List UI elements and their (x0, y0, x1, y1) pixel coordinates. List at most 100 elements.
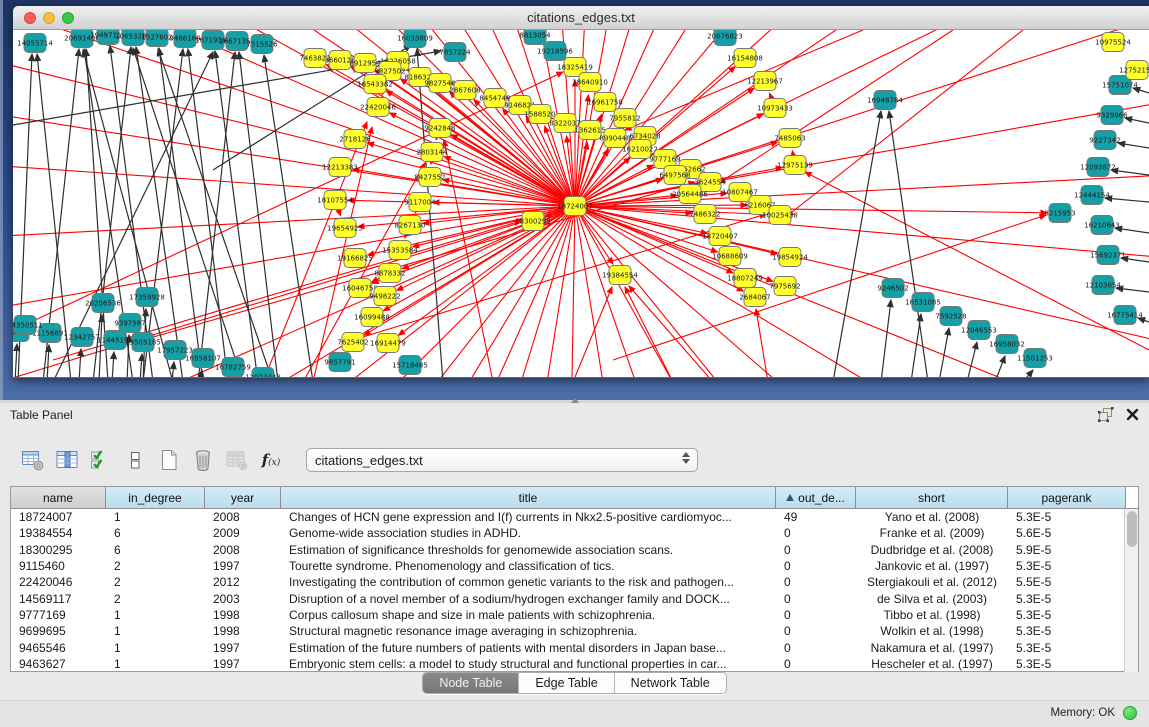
graph-node[interactable]: 9857791 (324, 353, 355, 372)
column-header-name[interactable]: name (11, 487, 106, 508)
network-canvas[interactable]: 1405571420691406194971141065328715276029… (13, 30, 1149, 377)
graph-node[interactable]: 16775414 (1107, 306, 1143, 325)
graph-node[interactable]: 15353584 (382, 241, 418, 260)
tab-node-table[interactable]: Node Table (423, 673, 519, 693)
graph-node[interactable]: 9498222 (369, 287, 400, 306)
graph-node[interactable]: 9227342 (1089, 131, 1120, 150)
network-window-titlebar[interactable]: citations_edges.txt (13, 6, 1149, 30)
graph-node[interactable]: 18107554 (317, 191, 353, 210)
table-vertical-scrollbar[interactable] (1124, 509, 1138, 672)
graph-node[interactable]: 2867608 (449, 81, 480, 100)
graph-node[interactable]: 11501253 (1017, 349, 1053, 368)
table-select-dropdown[interactable]: citations_edges.txt (306, 448, 698, 472)
graph-node[interactable]: 19384554 (602, 266, 638, 285)
graph-node[interactable]: 19854924 (772, 248, 808, 267)
graph-node[interactable]: 18807249 (727, 269, 763, 288)
graph-node[interactable]: 19166825 (337, 249, 373, 268)
tab-network-table[interactable]: Network Table (615, 673, 726, 693)
graph-node[interactable]: 14055714 (17, 34, 53, 53)
table-row[interactable]: 1938455462009Genome-wide association stu… (11, 525, 1138, 541)
scrollbar-thumb[interactable] (1127, 511, 1137, 547)
import-table-icon[interactable] (222, 446, 252, 474)
graph-node[interactable]: 12975139 (777, 156, 813, 175)
graph-node[interactable]: 12093872 (1080, 158, 1116, 177)
table-row[interactable]: 911546021997Tourette syndrome. Phenomeno… (11, 558, 1138, 574)
table-row[interactable]: 1830029562008Estimation of significance … (11, 542, 1138, 558)
graph-node[interactable]: 7515526 (246, 35, 278, 54)
graph-node[interactable]: 7463822 (299, 49, 330, 68)
column-header-short[interactable]: short (856, 487, 1008, 508)
graph-node[interactable]: 13505185 (125, 333, 161, 352)
graph-node[interactable]: 12046553 (961, 321, 997, 340)
column-header-pagerank[interactable]: pagerank (1008, 487, 1126, 508)
graph-node[interactable]: 6497568 (659, 166, 690, 185)
graph-node[interactable]: 9117004 (404, 193, 436, 212)
graph-node[interactable]: 16531085 (905, 293, 941, 312)
table-row[interactable]: 2242004622012Investigating the contribut… (11, 574, 1138, 590)
svg-text:15718485: 15718485 (392, 362, 428, 370)
graph-node[interactable]: 20206536 (85, 294, 121, 313)
graph-node[interactable]: 2684067 (739, 288, 770, 307)
graph-node[interactable]: 16958032 (989, 335, 1025, 354)
show-column-icon[interactable] (52, 446, 82, 474)
graph-node[interactable]: 9329966 (1096, 106, 1128, 125)
citation-graph[interactable]: 1405571420691406194971141065328715276029… (13, 30, 1149, 377)
table-row[interactable]: 946554611997Estimation of the future num… (11, 639, 1138, 655)
graph-node[interactable]: 7592528 (935, 307, 966, 326)
graph-node[interactable]: 12213383 (322, 158, 358, 177)
column-header-label: name (43, 491, 73, 505)
graph-node[interactable]: 19654925 (327, 219, 363, 238)
graph-node[interactable]: 12444154 (1074, 186, 1110, 205)
graph-node[interactable]: 16210643 (1084, 216, 1120, 235)
graph-node[interactable]: 9397587 (114, 314, 145, 333)
table-row[interactable]: 946362711997Embryonic stem cells: a mode… (11, 656, 1138, 672)
table-row[interactable]: 1456911722003Disruption of a novel membe… (11, 590, 1138, 606)
graph-node[interactable]: 8878332 (374, 264, 405, 283)
svg-text:7857224: 7857224 (439, 49, 471, 57)
close-panel-icon[interactable] (1126, 408, 1139, 421)
graph-node[interactable]: 7955812 (609, 109, 640, 128)
graph-node[interactable]: 9246502 (877, 279, 908, 298)
graph-node[interactable]: 7625402 (337, 333, 368, 352)
select-rows-icon[interactable] (86, 446, 116, 474)
function-builder-icon[interactable]: f(x) (256, 446, 286, 474)
cell-title: Estimation of significance thresholds fo… (281, 543, 776, 557)
graph-node[interactable]: 7975692 (769, 277, 800, 296)
column-header-year[interactable]: year (205, 487, 281, 508)
network-window[interactable]: citations_edges.txt 14055714206914061949… (13, 6, 1149, 378)
cell-title: Estimation of the future numbers of pati… (281, 641, 776, 655)
graph-node[interactable]: 17359928 (129, 288, 165, 307)
graph-node[interactable]: 8267130 (394, 216, 425, 235)
table-settings-icon[interactable] (18, 446, 48, 474)
graph-node[interactable]: 2803144 (416, 143, 448, 162)
cell-year: 2009 (205, 526, 281, 540)
delete-table-icon[interactable] (188, 446, 218, 474)
table-row[interactable]: 969969511998Structural magnetic resonanc… (11, 623, 1138, 639)
column-header-out_degree[interactable]: out_de... (776, 487, 856, 508)
column-header-title[interactable]: title (281, 487, 776, 508)
graph-node[interactable]: 16914479 (370, 334, 406, 353)
row-height-icon[interactable] (120, 446, 150, 474)
graph-node[interactable]: 8427552 (414, 168, 445, 187)
graph-node[interactable]: 20876823 (707, 30, 743, 46)
table-row[interactable]: 1872400712008Changes of HCN gene express… (11, 509, 1138, 525)
graph-node[interactable]: 7485063 (774, 129, 805, 148)
graph-node[interactable]: 16948784 (867, 91, 903, 110)
graph-node[interactable]: 16033809 (397, 30, 433, 48)
graph-node[interactable]: 7857224 (439, 43, 471, 62)
graph-node[interactable]: 10688609 (712, 247, 748, 266)
graph-node[interactable]: 2718126 (339, 130, 371, 149)
table-row[interactable]: 977716911998Corpus callosum shape and si… (11, 607, 1138, 623)
graph-node[interactable]: 1527602 (141, 30, 172, 47)
graph-node[interactable]: 7486322 (689, 205, 720, 224)
tab-edge-table[interactable]: Edge Table (519, 673, 614, 693)
float-panel-icon[interactable] (1098, 407, 1114, 422)
new-table-icon[interactable] (154, 446, 184, 474)
graph-node[interactable]: 12213967 (747, 72, 783, 91)
graph-node[interactable]: 8215953 (1044, 204, 1075, 223)
graph-node[interactable]: 9242848 (424, 119, 455, 138)
graph-node[interactable]: 15692371 (1090, 246, 1126, 265)
graph-node[interactable]: 12342757 (64, 328, 100, 347)
column-header-in_degree[interactable]: in_degree (106, 487, 205, 508)
graph-node[interactable]: 12103654 (1085, 276, 1121, 295)
